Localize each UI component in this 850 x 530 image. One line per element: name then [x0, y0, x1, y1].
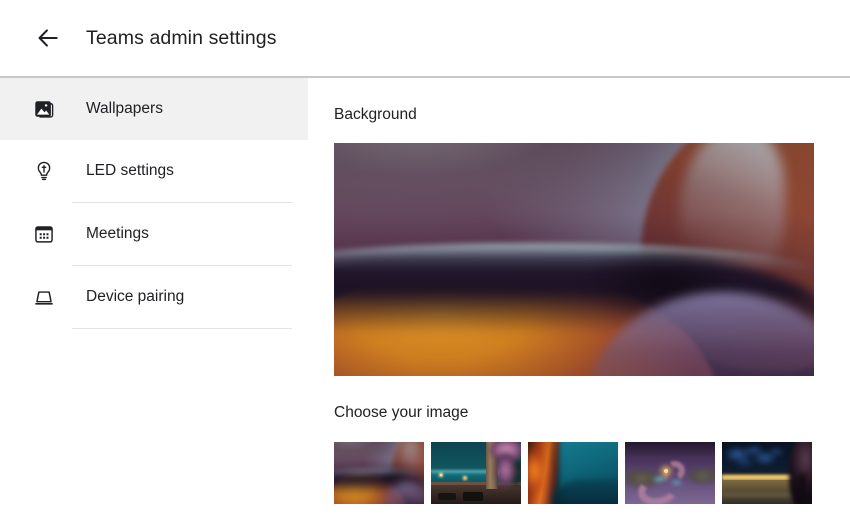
background-section-title: Background [334, 106, 417, 123]
sidebar-item-meetings[interactable]: Meetings [0, 203, 308, 265]
sidebar-item-label: LED settings [86, 162, 174, 179]
settings-content: Background Choose your image [308, 78, 850, 530]
image-icon [28, 98, 60, 120]
settings-body: Wallpapers LED settings Meetings Device … [0, 78, 850, 530]
page-title: Teams admin settings [86, 26, 277, 49]
app-header: Teams admin settings [0, 0, 850, 76]
wallpaper-thumbnail-1[interactable] [334, 442, 424, 504]
sidebar-item-wallpapers[interactable]: Wallpapers [0, 78, 308, 140]
teams-admin-settings-window: Teams admin settings Wallpapers LED sett… [0, 0, 850, 530]
device-icon [28, 286, 60, 308]
wallpaper-thumbnail-2[interactable] [431, 442, 521, 504]
sidebar-item-led-settings[interactable]: LED settings [0, 140, 308, 202]
lightbulb-icon [28, 160, 60, 182]
back-button[interactable] [24, 14, 72, 62]
sidebar-item-label: Wallpapers [86, 100, 163, 117]
wallpaper-thumbnail-list [334, 442, 824, 504]
arrow-left-icon [35, 25, 61, 51]
background-preview-image[interactable] [334, 143, 814, 376]
sidebar-divider [72, 328, 292, 329]
sidebar-item-label: Meetings [86, 225, 149, 242]
wallpaper-thumbnail-5[interactable] [722, 442, 812, 504]
sidebar-item-label: Device pairing [86, 288, 185, 305]
sidebar-item-device-pairing[interactable]: Device pairing [0, 266, 308, 328]
wallpaper-thumbnail-3[interactable] [528, 442, 618, 504]
wallpaper-thumbnail-4[interactable] [625, 442, 715, 504]
calendar-icon [28, 223, 60, 245]
choose-image-section-title: Choose your image [334, 404, 469, 421]
settings-sidebar: Wallpapers LED settings Meetings Device … [0, 78, 310, 530]
